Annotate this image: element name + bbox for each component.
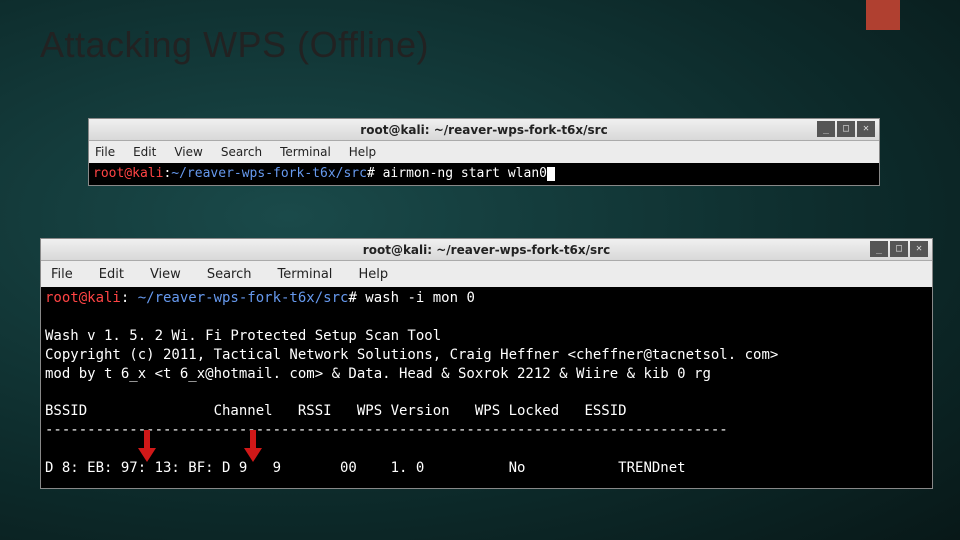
close-button[interactable]: ✕	[910, 241, 928, 257]
menu-view[interactable]: View	[150, 267, 181, 282]
arrow-down-icon	[242, 428, 264, 464]
menubar: File Edit View Search Terminal Help	[41, 261, 932, 287]
prompt-user: root@kali	[93, 166, 163, 181]
menubar: File Edit View Search Terminal Help	[89, 141, 879, 163]
terminal-window-1: root@kali: ~/reaver-wps-fork-t6x/src _ □…	[88, 118, 880, 186]
command-text: wash -i mon 0	[357, 290, 475, 306]
arrow-down-icon	[136, 428, 158, 464]
page-title: Attacking WPS (Offline)	[40, 24, 429, 66]
minimize-button[interactable]: _	[817, 121, 835, 137]
prompt-colon: :	[121, 290, 138, 306]
maximize-button[interactable]: □	[890, 241, 908, 257]
minimize-button[interactable]: _	[870, 241, 888, 257]
menu-terminal[interactable]: Terminal	[277, 267, 332, 282]
menu-terminal[interactable]: Terminal	[280, 145, 331, 159]
window-title: root@kali: ~/reaver-wps-fork-t6x/src	[89, 123, 879, 137]
titlebar[interactable]: root@kali: ~/reaver-wps-fork-t6x/src _ □…	[41, 239, 932, 261]
window-title: root@kali: ~/reaver-wps-fork-t6x/src	[41, 243, 932, 257]
prompt-user: root@kali	[45, 290, 121, 306]
output-line: Wash v 1. 5. 2 Wi. Fi Protected Setup Sc…	[45, 328, 441, 344]
close-button[interactable]: ✕	[857, 121, 875, 137]
terminal-window-2: root@kali: ~/reaver-wps-fork-t6x/src _ □…	[40, 238, 933, 489]
menu-edit[interactable]: Edit	[99, 267, 124, 282]
menu-edit[interactable]: Edit	[133, 145, 156, 159]
menu-help[interactable]: Help	[358, 267, 388, 282]
output-line: mod by t 6_x <t 6_x@hotmail. com> & Data…	[45, 366, 711, 382]
command-text: airmon-ng start wlan0	[375, 166, 547, 181]
table-header: BSSID Channel RSSI WPS Version WPS Locke…	[45, 403, 627, 419]
cursor-icon	[547, 167, 555, 181]
window-controls: _ □ ✕	[870, 241, 928, 257]
menu-search[interactable]: Search	[207, 267, 252, 282]
terminal-body-2[interactable]: root@kali: ~/reaver-wps-fork-t6x/src# wa…	[41, 287, 932, 488]
window-controls: _ □ ✕	[817, 121, 875, 137]
output-line: Copyright (c) 2011, Tactical Network Sol…	[45, 347, 778, 363]
prompt-hash: #	[367, 166, 375, 181]
maximize-button[interactable]: □	[837, 121, 855, 137]
prompt-path: ~/reaver-wps-fork-t6x/src	[171, 166, 367, 181]
menu-view[interactable]: View	[174, 145, 202, 159]
terminal-body-1[interactable]: root@kali:~/reaver-wps-fork-t6x/src# air…	[89, 163, 879, 185]
menu-file[interactable]: File	[51, 267, 73, 282]
prompt-path: ~/reaver-wps-fork-t6x/src	[138, 290, 349, 306]
menu-file[interactable]: File	[95, 145, 115, 159]
menu-help[interactable]: Help	[349, 145, 376, 159]
accent-bar	[866, 0, 900, 30]
prompt-hash: #	[348, 290, 356, 306]
menu-search[interactable]: Search	[221, 145, 262, 159]
titlebar[interactable]: root@kali: ~/reaver-wps-fork-t6x/src _ □…	[89, 119, 879, 141]
